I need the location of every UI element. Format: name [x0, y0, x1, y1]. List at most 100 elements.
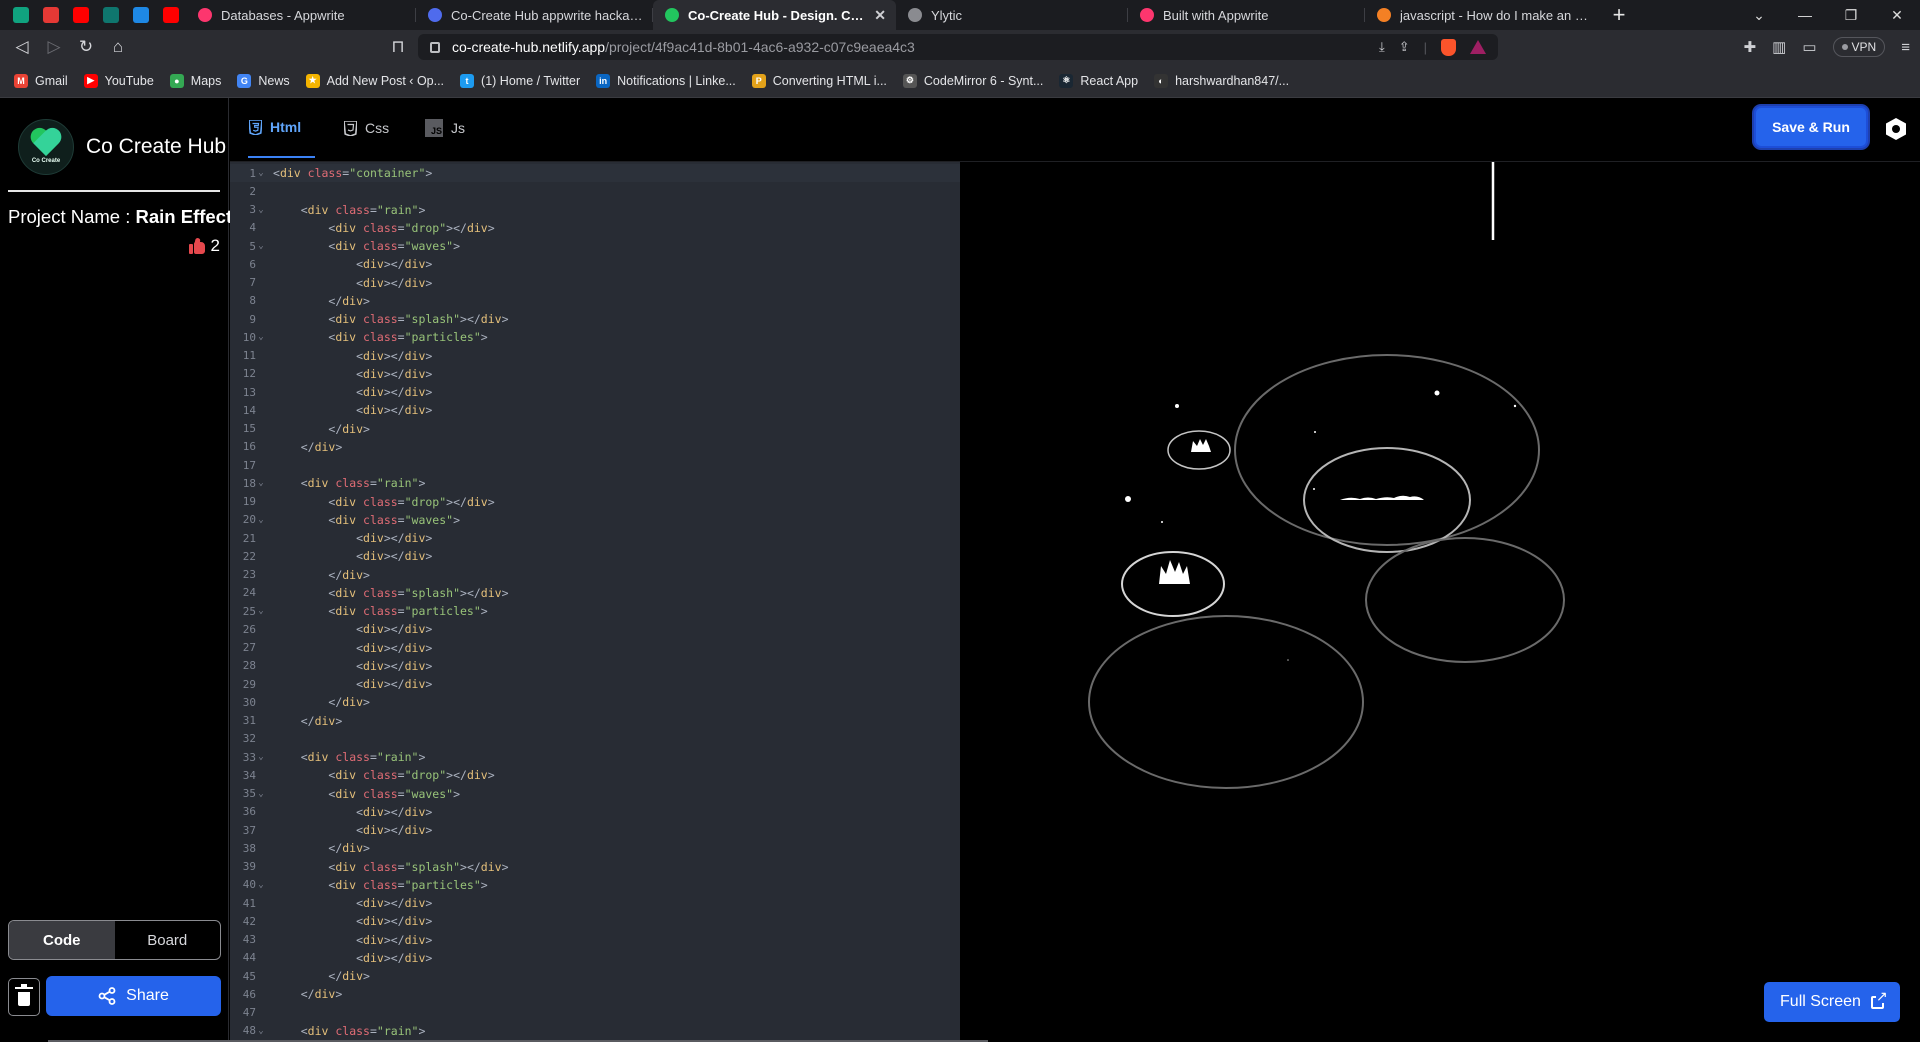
brand[interactable]: Co Create Co Create Hub — [0, 98, 228, 178]
code-line: 46 </div> — [230, 985, 960, 1003]
fold-chevron-icon[interactable]: ⌄ — [256, 1026, 266, 1036]
tab-js[interactable]: JS Js — [425, 98, 465, 158]
pinned-tab-youtube[interactable] — [66, 0, 96, 30]
install-icon[interactable]: ⤓ — [1379, 39, 1385, 55]
code-line: 19 <div class="drop"></div> — [230, 493, 960, 511]
fold-chevron-icon[interactable]: ⌄ — [256, 168, 266, 178]
code-text: <div class="drop"></div> — [328, 768, 495, 783]
particle — [1313, 488, 1315, 490]
tab-html[interactable]: Html — [248, 98, 316, 158]
wallet-icon[interactable]: ▭ — [1802, 38, 1816, 56]
back-button[interactable]: ◁ — [6, 30, 38, 64]
new-tab-button[interactable]: + — [1602, 2, 1636, 28]
bookmark-item[interactable]: ▶ YouTube — [83, 73, 154, 88]
close-window-button[interactable]: ✕ — [1874, 7, 1920, 24]
browser-tab[interactable]: Ylytic — [896, 0, 1128, 30]
fold-chevron-icon[interactable]: ⌄ — [256, 205, 266, 215]
code-text: <div class="splash"></div> — [328, 859, 509, 874]
browser-tab[interactable]: Co-Create Hub - Design. Code. Co ✕ — [653, 0, 896, 30]
vpn-button[interactable]: VPN — [1832, 37, 1886, 57]
bookmark-item[interactable]: ◐ harshwardhan847/... — [1154, 73, 1289, 88]
sidebar-icon[interactable]: ▥ — [1772, 38, 1786, 56]
bookmark-item[interactable]: ⚙ CodeMirror 6 - Synt... — [902, 73, 1043, 88]
reload-button[interactable]: ↻ — [70, 30, 102, 64]
code-line: 28 <div></div> — [230, 657, 960, 675]
fold-chevron-icon[interactable]: ⌄ — [256, 752, 266, 762]
pinned-tab-calendar[interactable] — [36, 0, 66, 30]
address-bar[interactable]: co-create-hub.netlify.app/project/4f9ac4… — [418, 34, 1498, 60]
forward-button[interactable]: ▷ — [38, 30, 70, 64]
code-text: </div> — [328, 695, 370, 710]
code-line: 30 </div> — [230, 693, 960, 711]
tab-search-chevron-icon[interactable]: ⌄ — [1736, 7, 1782, 24]
close-tab-icon[interactable]: ✕ — [874, 7, 886, 24]
splash — [1159, 560, 1190, 584]
share-icon — [98, 987, 116, 1005]
bookmark-label: Converting HTML i... — [772, 73, 887, 88]
full-screen-button[interactable]: Full Screen — [1764, 982, 1900, 1022]
bookmark-item[interactable]: ★ Add New Post ‹ Op... — [305, 73, 444, 88]
bookmark-item[interactable]: in Notifications | Linke... — [596, 73, 736, 88]
code-line: 25 ⌄ <div class="particles"> — [230, 602, 960, 620]
bookmark-favicon-icon: ▶ — [83, 73, 98, 88]
fold-chevron-icon[interactable]: ⌄ — [256, 478, 266, 488]
browser-tab[interactable]: Built with Appwrite — [1128, 0, 1365, 30]
code-editor[interactable]: 1 ⌄ <div class="container"> 2 3 ⌄ <div class=… — [230, 162, 960, 1042]
line-number: 1 — [249, 166, 256, 180]
pinned-tab-notion[interactable] — [126, 0, 156, 30]
code-line: 6 <div></div> — [230, 255, 960, 273]
line-number: 26 — [242, 622, 256, 636]
share-page-icon[interactable]: ⇪ — [1399, 39, 1410, 55]
brave-shields-icon[interactable] — [1441, 38, 1456, 56]
code-text: <div class="drop"></div> — [328, 220, 495, 235]
delete-project-button[interactable] — [8, 978, 40, 1016]
tab-css[interactable]: Css — [343, 98, 389, 158]
home-button[interactable]: ⌂ — [102, 30, 134, 64]
line-number: 15 — [242, 422, 256, 436]
fold-chevron-icon[interactable]: ⌄ — [256, 332, 266, 342]
particle — [1287, 659, 1289, 661]
restore-button[interactable]: ❐ — [1828, 7, 1874, 24]
bookmark-item[interactable]: P Converting HTML i... — [751, 73, 887, 88]
fold-chevron-icon[interactable]: ⌄ — [256, 515, 266, 525]
share-button[interactable]: Share — [46, 976, 221, 1016]
bookmarks-bar: M Gmail ▶ YouTube ● Maps G News ★ Add New Post ‹ … — [0, 64, 1920, 98]
brave-rewards-icon[interactable] — [1470, 40, 1486, 54]
code-line: 48 ⌄ <div class="rain"> — [230, 1022, 960, 1040]
code-line: 20 ⌄ <div class="waves"> — [230, 511, 960, 529]
browser-tab[interactable]: javascript - How do I make an array w — [1365, 0, 1602, 30]
pinned-tab-dots[interactable] — [96, 0, 126, 30]
bookmark-item[interactable]: t (1) Home / Twitter — [460, 73, 580, 88]
bookmark-item[interactable]: M Gmail — [14, 73, 68, 88]
board-view-button[interactable]: Board — [115, 921, 221, 959]
code-text: <div class="waves"> — [328, 512, 461, 527]
fold-chevron-icon[interactable]: ⌄ — [256, 789, 266, 799]
fold-chevron-icon[interactable]: ⌄ — [256, 606, 266, 616]
code-text: <div></div> — [356, 257, 433, 272]
extensions-icon[interactable]: ✚ — [1744, 38, 1757, 56]
fold-chevron-icon[interactable]: ⌄ — [256, 880, 266, 890]
code-view-button[interactable]: Code — [9, 921, 115, 959]
browser-tab[interactable]: Databases - Appwrite — [186, 0, 416, 30]
code-text: <div></div> — [356, 932, 433, 947]
bookmark-item[interactable]: G News — [237, 73, 290, 88]
pinned-tab-chatgpt[interactable] — [6, 0, 36, 30]
particle — [1314, 431, 1316, 433]
bookmark-item[interactable]: ⚛ React App — [1059, 73, 1138, 88]
fold-chevron-icon[interactable]: ⌄ — [256, 241, 266, 251]
bookmark-item[interactable]: ● Maps — [169, 73, 221, 88]
pinned-tab-youtube-2[interactable] — [156, 0, 186, 30]
code-text: <div class="rain"> — [300, 476, 426, 491]
like-button[interactable]: 2 — [0, 236, 228, 256]
code-line: 40 ⌄ <div class="particles"> — [230, 876, 960, 894]
settings-hexagon-icon[interactable] — [1886, 118, 1906, 140]
bookmark-label: News — [258, 73, 290, 88]
minimize-button[interactable]: — — [1782, 7, 1828, 23]
save-and-run-button[interactable]: Save & Run — [1754, 106, 1868, 148]
browser-tab[interactable]: Co-Create Hub appwrite hackathon pr — [416, 0, 653, 30]
code-text: <div class="splash"></div> — [328, 585, 509, 600]
menu-icon[interactable]: ≡ — [1901, 39, 1910, 56]
line-number: 8 — [249, 294, 256, 308]
bookmark-icon[interactable]: ⊓ — [382, 30, 414, 64]
code-line: 44 <div></div> — [230, 949, 960, 967]
